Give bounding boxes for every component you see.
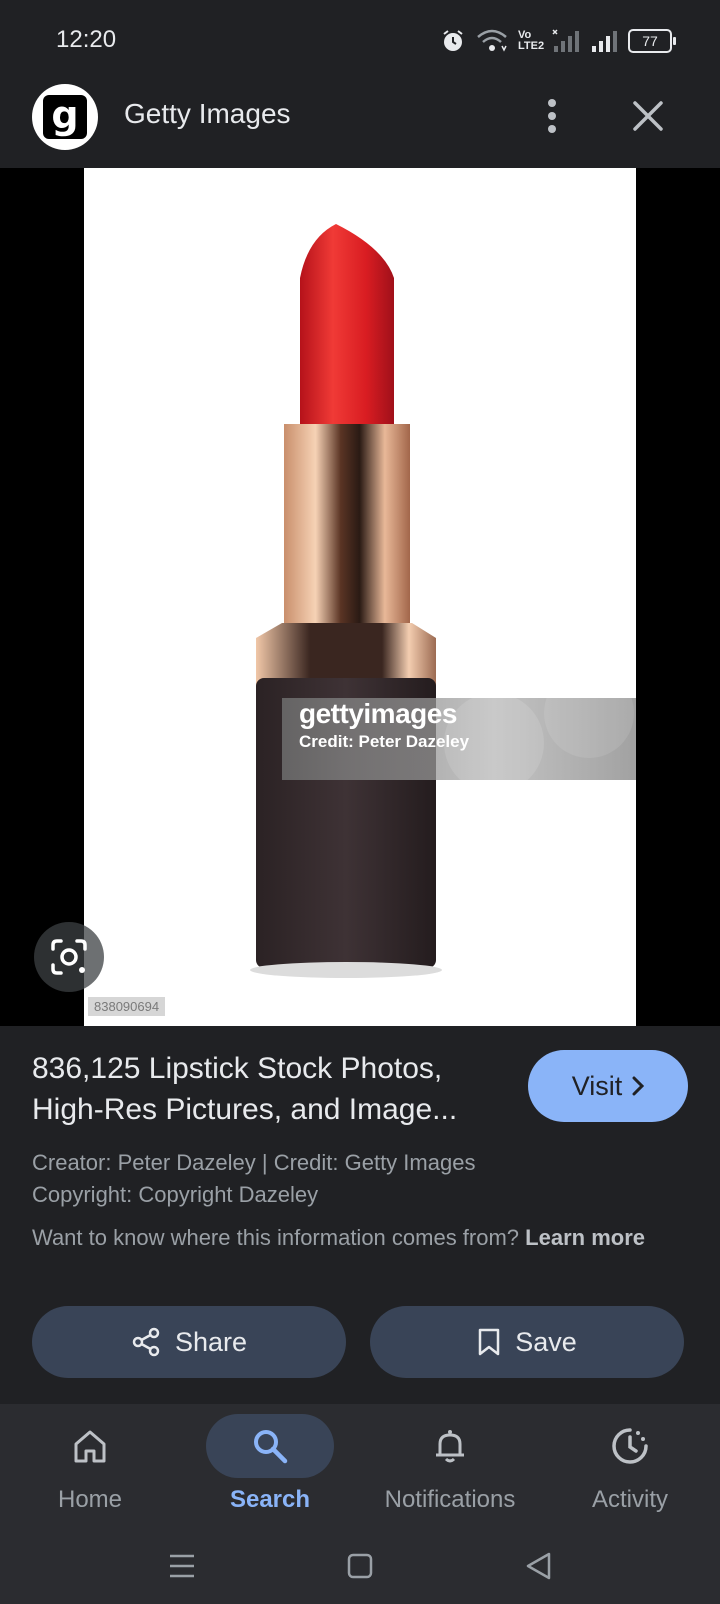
learn-more-link[interactable]: Learn more — [525, 1225, 645, 1250]
share-label: Share — [174, 1326, 248, 1357]
square-icon — [347, 1553, 373, 1579]
lens-icon — [51, 939, 87, 975]
nav-notifications[interactable]: Notifications — [360, 1404, 540, 1528]
battery-icon: 77 — [628, 29, 676, 53]
system-nav-bar — [0, 1528, 720, 1604]
image-info-panel: 836,125 Lipstick Stock Photos, High-Res … — [0, 1026, 720, 1404]
site-title: Getty Images — [124, 98, 291, 129]
creator-credit: Creator: Peter Dazeley | Credit: Getty I… — [32, 1150, 476, 1175]
signal-1-icon — [552, 29, 579, 52]
site-logo[interactable]: g — [32, 84, 98, 150]
nav-search-label: Search — [229, 1486, 311, 1513]
nav-activity-label: Activity — [591, 1486, 668, 1513]
copyright: Copyright: Copyright Dazeley — [32, 1182, 319, 1207]
save-label: Save — [515, 1326, 577, 1357]
nav-activity[interactable]: Activity — [540, 1404, 720, 1528]
nav-home-label: Home — [57, 1486, 123, 1513]
image-id: 838090694 — [88, 997, 166, 1016]
visit-button[interactable]: Visit — [528, 1050, 688, 1122]
lipstick-photo[interactable]: gettyimages Credit: Peter Dazeley 838090… — [84, 168, 636, 1026]
alarm-icon — [443, 30, 463, 51]
home-icon — [74, 1430, 106, 1463]
battery-level: 77 — [642, 33, 658, 49]
share-icon — [132, 1327, 160, 1357]
visit-label: Visit — [571, 1070, 623, 1101]
nav-notifications-label: Notifications — [384, 1486, 516, 1513]
watermark-credit: Credit: Peter Dazeley — [299, 732, 470, 751]
nav-home[interactable]: Home — [0, 1404, 180, 1528]
status-time: 12:20 — [56, 26, 117, 53]
info-source-prompt: Want to know where this information come… — [32, 1225, 520, 1250]
image-preview[interactable]: gettyimages Credit: Peter Dazeley 838090… — [0, 168, 720, 1026]
app-header: g Getty Images — [0, 66, 720, 168]
bookmark-icon — [478, 1328, 500, 1356]
info-source-text: Want to know where this information come… — [32, 1222, 662, 1254]
back-triangle-icon — [526, 1552, 551, 1580]
bell-icon — [436, 1430, 464, 1463]
activity-icon — [612, 1428, 648, 1464]
watermark: gettyimages Credit: Peter Dazeley — [299, 698, 469, 752]
close-icon — [633, 101, 663, 131]
signal-2-icon — [592, 31, 617, 52]
status-icons: Vo LTE2 77 — [440, 26, 676, 56]
search-icon — [254, 1430, 288, 1464]
share-button[interactable]: Share — [32, 1306, 346, 1378]
nav-search[interactable]: Search — [180, 1404, 360, 1528]
watermark-brand: gettyimages — [299, 698, 457, 729]
bottom-nav: Home Search Notifications Activity — [0, 1404, 720, 1528]
more-vert-icon — [548, 99, 556, 133]
wifi-icon — [477, 29, 507, 52]
recents-button[interactable] — [162, 1548, 202, 1584]
more-options-button[interactable] — [536, 94, 568, 138]
chevron-right-icon — [632, 1076, 645, 1096]
result-title[interactable]: 836,125 Lipstick Stock Photos, High-Res … — [32, 1048, 502, 1130]
volte-icon: Vo LTE2 — [518, 29, 545, 52]
lens-button[interactable] — [34, 922, 104, 992]
save-button[interactable]: Save — [370, 1306, 684, 1378]
logo-letter: g — [43, 95, 87, 139]
home-system-button[interactable] — [340, 1548, 380, 1584]
menu-icon — [170, 1554, 194, 1578]
close-button[interactable] — [628, 96, 668, 136]
back-button[interactable] — [518, 1548, 558, 1584]
lipstick-illustration — [250, 224, 636, 978]
